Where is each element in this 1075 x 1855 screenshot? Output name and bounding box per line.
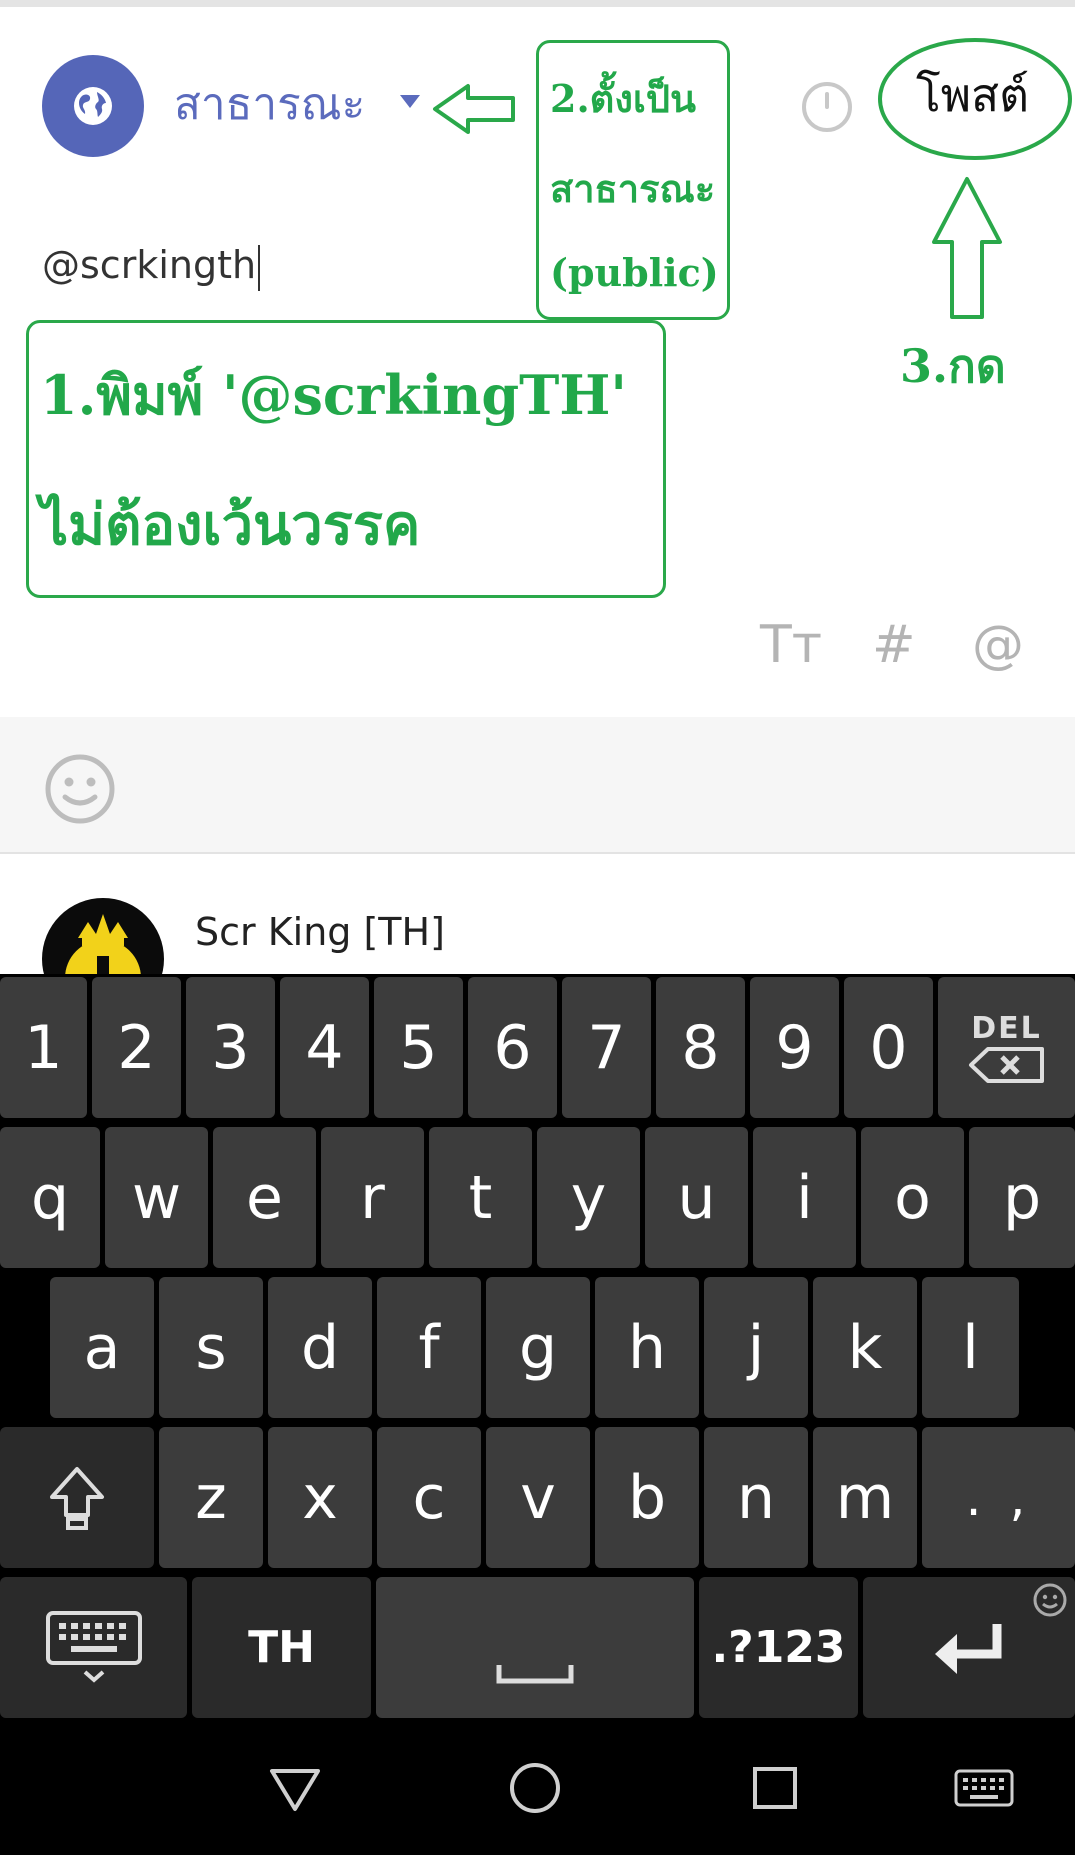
annotation-oval-post xyxy=(878,38,1072,160)
composer-input[interactable]: @scrkingth xyxy=(42,240,261,291)
key-t[interactable]: t xyxy=(429,1127,532,1268)
key-3[interactable]: 3 xyxy=(186,977,275,1118)
key-g[interactable]: g xyxy=(486,1277,590,1418)
key-8[interactable]: 8 xyxy=(656,977,745,1118)
key-d[interactable]: d xyxy=(268,1277,372,1418)
key-v[interactable]: v xyxy=(486,1427,590,1568)
annotation-step1-line2: ไม่ต้องเว้นวรรค xyxy=(40,492,421,558)
emoji-small-icon[interactable] xyxy=(1032,1582,1068,1618)
key-u[interactable]: u xyxy=(645,1127,748,1268)
annotation-step2-line2: สาธารณะ xyxy=(550,166,716,211)
emoji-bar xyxy=(0,717,1075,854)
annotation-step1-line1: 1.พิมพ์ '@scrkingTH' xyxy=(40,363,627,427)
privacy-selector[interactable]: สาธารณะ xyxy=(174,75,365,135)
key-i[interactable]: i xyxy=(753,1127,856,1268)
key-h[interactable]: h xyxy=(595,1277,699,1418)
annotation-arrow-left xyxy=(433,84,515,134)
key-f[interactable]: f xyxy=(377,1277,481,1418)
key-b[interactable]: b xyxy=(595,1427,699,1568)
key-9[interactable]: 9 xyxy=(750,977,839,1118)
backspace-icon xyxy=(968,1047,1044,1083)
enter-icon xyxy=(935,1623,1002,1674)
keyboard: 1 2 3 4 5 6 7 8 9 0 DEL q w e r t y u i … xyxy=(0,974,1075,1721)
recents-icon[interactable] xyxy=(751,1765,799,1811)
annotation-step2-line1: 2.ตั้งเป็น xyxy=(550,76,696,121)
annotation-arrow-up xyxy=(932,177,1002,319)
mention-icon[interactable]: @ xyxy=(972,615,1024,675)
key-o[interactable]: o xyxy=(861,1127,964,1268)
key-l[interactable]: l xyxy=(922,1277,1019,1418)
text-cursor xyxy=(258,244,261,291)
key-a[interactable]: a xyxy=(50,1277,154,1418)
text-size-icon[interactable]: Tт xyxy=(760,615,822,675)
home-icon[interactable] xyxy=(508,1761,562,1815)
space-icon xyxy=(496,1664,574,1683)
key-s[interactable]: s xyxy=(159,1277,263,1418)
key-r[interactable]: r xyxy=(321,1127,424,1268)
key-p[interactable]: p xyxy=(969,1127,1075,1268)
symbols-key[interactable]: .?123 xyxy=(699,1577,858,1718)
key-m[interactable]: m xyxy=(813,1427,917,1568)
keyboard-icon xyxy=(45,1610,142,1683)
key-1[interactable]: 1 xyxy=(0,977,87,1118)
key-e[interactable]: e xyxy=(213,1127,316,1268)
key-k[interactable]: k xyxy=(813,1277,917,1418)
clock-icon[interactable] xyxy=(800,80,854,134)
system-nav-bar xyxy=(0,1721,1075,1855)
shift-key[interactable] xyxy=(0,1427,154,1568)
del-label: DEL xyxy=(971,1011,1042,1046)
emoji-icon[interactable] xyxy=(44,753,116,825)
suggestion-name[interactable]: Scr King [TH] xyxy=(195,910,445,954)
caret-down-icon[interactable] xyxy=(400,95,420,108)
globe-icon[interactable] xyxy=(42,55,144,157)
key-5[interactable]: 5 xyxy=(374,977,463,1118)
key-x[interactable]: x xyxy=(268,1427,372,1568)
key-0[interactable]: 0 xyxy=(844,977,933,1118)
space-key[interactable] xyxy=(376,1577,694,1718)
key-z[interactable]: z xyxy=(159,1427,263,1568)
key-7[interactable]: 7 xyxy=(562,977,651,1118)
key-c[interactable]: c xyxy=(377,1427,481,1568)
key-n[interactable]: n xyxy=(704,1427,808,1568)
punctuation-key[interactable]: . , xyxy=(922,1427,1075,1568)
composer-text: @scrkingth xyxy=(42,243,257,287)
key-y[interactable]: y xyxy=(537,1127,640,1268)
annotation-step3: 3.กด xyxy=(900,339,1006,393)
delete-key[interactable]: DEL xyxy=(938,977,1075,1118)
key-j[interactable]: j xyxy=(704,1277,808,1418)
key-q[interactable]: q xyxy=(0,1127,100,1268)
hashtag-icon[interactable]: # xyxy=(872,615,916,675)
key-6[interactable]: 6 xyxy=(468,977,557,1118)
shift-icon xyxy=(50,1466,104,1530)
annotation-step2-line3: (public) xyxy=(550,250,719,295)
key-4[interactable]: 4 xyxy=(280,977,369,1118)
key-w[interactable]: w xyxy=(105,1127,208,1268)
back-icon[interactable] xyxy=(268,1765,322,1813)
key-2[interactable]: 2 xyxy=(92,977,181,1118)
top-divider xyxy=(0,0,1075,7)
keyboard-nav-icon[interactable] xyxy=(954,1769,1014,1807)
keyboard-switch-key[interactable] xyxy=(0,1577,187,1718)
language-key[interactable]: TH xyxy=(192,1577,371,1718)
